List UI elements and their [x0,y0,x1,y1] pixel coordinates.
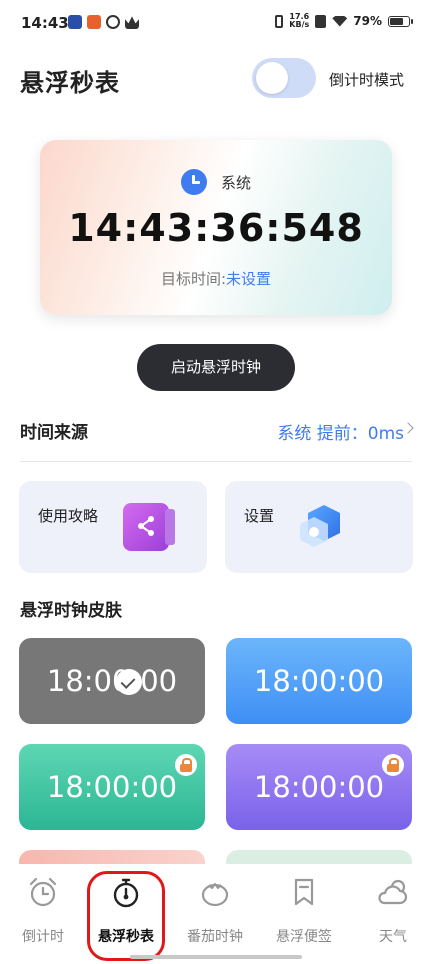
battery-level [390,17,403,25]
guide-card[interactable]: 使用攻略 [19,481,207,573]
lock-icon [175,754,197,776]
countdown-mode-toggle[interactable] [252,58,316,98]
nav-label: 天气 [379,929,407,945]
time-source-summary: 系统 提前：0ms [277,424,404,444]
nav-floating-notes[interactable]: 悬浮便签 [261,864,347,945]
active-tab-highlight [87,871,165,961]
status-time: 14:43 [21,14,69,32]
crown-icon [125,16,139,29]
nav-label: 番茄时钟 [187,929,243,945]
target-time-value[interactable]: 未设置 [226,270,271,288]
nav-label: 悬浮便签 [276,929,332,945]
nav-label: 倒计时 [22,929,64,945]
home-indicator[interactable] [130,955,302,959]
nav-countdown[interactable]: 倒计时 [0,864,86,945]
target-time-label: 目标时间: [160,270,227,288]
guide-label: 使用攻略 [38,507,99,525]
weibo-icon [106,15,120,29]
battery-text: 79% [353,14,382,28]
nav-pomodoro[interactable]: 番茄时钟 [172,864,258,945]
skin-time: 18:00:00 [253,664,385,698]
countdown-mode-label: 倒计时模式 [329,71,405,89]
clock-card: 系统 14:43:36:548 目标时间:未设置 [40,140,392,315]
skin-time: 18:00:00 [46,664,178,698]
nav-weather[interactable]: 天气 [350,864,432,945]
settings-card[interactable]: 设置 [225,481,413,573]
net-speed: 17.6 KB/s [289,13,309,29]
net-speed-unit: KB/s [289,20,310,29]
settings-hexagon-icon [300,505,340,547]
target-time: 目标时间:未设置 [40,268,392,289]
vibrate-icon [275,14,284,28]
current-time: 14:43:36:548 [68,206,364,250]
alarm-clock-icon [29,877,57,907]
time-source-row[interactable]: 时间来源 系统 提前：0ms [20,418,414,444]
app-notification-icon [87,15,101,29]
clock-source-label: 系统 [220,173,251,192]
check-icon [116,669,142,695]
battery-icon [388,15,413,27]
app-notification-icon [68,15,82,29]
skin-time: 18:00:00 [253,770,385,804]
toggle-knob [256,62,288,94]
bookmark-icon [294,878,314,906]
status-right: 17.6 KB/s 79% [275,13,413,29]
weather-icon [378,879,408,905]
settings-label: 设置 [244,507,275,525]
skin-gray[interactable]: 18:00:00 [19,638,205,724]
time-source-title: 时间来源 [20,423,88,443]
sim-icon [315,14,327,28]
skin-blue[interactable]: 18:00:00 [226,638,412,724]
chevron-right-icon [402,422,414,434]
status-bar: 14:43 17.6 KB/s 79% [0,0,432,50]
skins-title: 悬浮时钟皮肤 [20,601,122,621]
page-title: 悬浮秒表 [20,69,120,97]
clock-source: 系统 [40,169,392,195]
skin-purple[interactable]: 18:00:00 [226,744,412,830]
divider [20,461,412,462]
skin-time: 18:00:00 [46,770,178,804]
tomato-icon [201,883,229,907]
start-floating-clock-button[interactable]: 启动悬浮时钟 [137,344,295,391]
share-icon [138,516,154,536]
notification-icons [68,15,139,29]
bottom-nav: 倒计时 悬浮秒表 番茄时钟 悬浮便签 天气 [0,864,432,964]
wifi-icon [332,15,348,27]
lock-icon [382,754,404,776]
share-document-icon [123,503,175,551]
skin-green[interactable]: 18:00:00 [19,744,205,830]
clock-icon [180,169,207,195]
